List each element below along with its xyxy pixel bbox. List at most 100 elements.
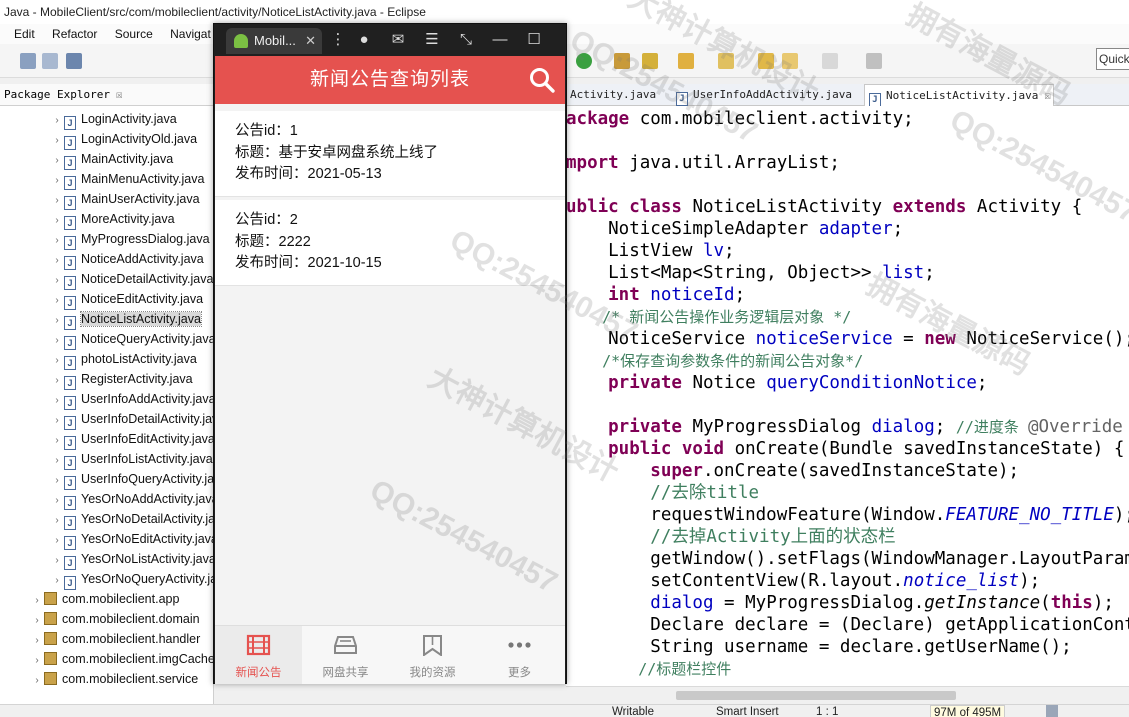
chevron-right-icon[interactable]: ›	[50, 551, 64, 571]
nav-more[interactable]: 更多	[476, 626, 563, 684]
minimize-icon[interactable]: —	[490, 30, 510, 50]
file-tree-item[interactable]: › J NoticeQueryActivity.java	[50, 329, 213, 351]
package-tree-item[interactable]: › com.mobileclient.domain	[30, 609, 200, 629]
expand-icon[interactable]: ⤡	[456, 30, 476, 50]
package-tree-item[interactable]: › com.mobileclient.imgCache	[30, 649, 213, 671]
chevron-right-icon[interactable]: ›	[50, 231, 64, 251]
mail-icon[interactable]: ✉	[388, 30, 408, 50]
more-vertical-icon[interactable]: ⋮	[328, 30, 348, 50]
chevron-right-icon[interactable]: ›	[50, 531, 64, 551]
emulator-tab[interactable]: Mobil... ✕	[226, 28, 322, 54]
package-explorer-tab[interactable]: Package Explorer ☒	[0, 84, 213, 106]
tab-userinfoaddactivity[interactable]: J UserInfoAddActivity.java	[672, 84, 862, 106]
tab-noticelistactivity[interactable]: J NoticeListActivity.java ☒	[864, 84, 1054, 107]
chevron-right-icon[interactable]: ›	[30, 611, 44, 631]
tab-activity[interactable]: Activity.java	[566, 84, 670, 106]
chevron-right-icon[interactable]: ›	[50, 471, 64, 491]
nav-news[interactable]: 新闻公告	[215, 626, 302, 684]
list-item[interactable]: 公告id：2 标题：2222 发布时间：2021-10-15	[215, 200, 565, 286]
file-tree-item[interactable]: › J MainActivity.java	[50, 149, 173, 171]
save-icon[interactable]	[20, 53, 36, 69]
chevron-right-icon[interactable]: ›	[50, 371, 64, 391]
file-tree-item[interactable]: › J MyProgressDialog.java	[50, 229, 210, 251]
save-all-icon[interactable]	[42, 53, 58, 69]
back-arrow-icon[interactable]	[782, 53, 798, 69]
nav-resources[interactable]: 我的资源	[389, 626, 476, 684]
file-tree-item[interactable]: › J UserInfoEditActivity.java	[50, 429, 213, 451]
status-memory[interactable]: 97M of 495M	[930, 705, 1006, 717]
annotation-prev-icon[interactable]	[718, 53, 734, 69]
file-tree-item[interactable]: › J RegisterActivity.java	[50, 369, 193, 391]
chevron-right-icon[interactable]: ›	[50, 571, 64, 591]
file-tree-item[interactable]: › J NoticeEditActivity.java	[50, 289, 203, 311]
search-icon[interactable]	[528, 66, 556, 94]
chevron-right-icon[interactable]: ›	[50, 491, 64, 511]
chevron-right-icon[interactable]: ›	[30, 591, 44, 611]
file-tree-item[interactable]: › J UserInfoQueryActivity.java	[50, 469, 213, 491]
forward-arrow-icon[interactable]	[822, 53, 838, 69]
nav-share[interactable]: 网盘共享	[302, 626, 389, 684]
chevron-right-icon[interactable]: ›	[30, 651, 44, 671]
file-tree-item[interactable]: › J LoginActivity.java	[50, 109, 177, 131]
chevron-right-icon[interactable]: ›	[50, 351, 64, 371]
trash-icon[interactable]	[1046, 705, 1058, 717]
menu-edit[interactable]: Edit	[14, 24, 35, 44]
code-editor[interactable]: ackage com.mobileclient.activity; mport …	[566, 106, 1129, 686]
chevron-right-icon[interactable]: ›	[50, 151, 64, 171]
file-tree-item[interactable]: › J MainUserActivity.java	[50, 189, 200, 211]
file-tree-item[interactable]: › JphotoListActivity.java	[50, 349, 197, 371]
package-tree-item[interactable]: › com.mobileclient.handler	[30, 629, 200, 649]
print-icon[interactable]	[66, 53, 82, 69]
package-tree-item[interactable]: › com.mobileclient.app	[30, 589, 179, 609]
file-tree-item[interactable]: › J UserInfoDetailActivity.java	[50, 409, 213, 431]
file-tree-item[interactable]: › J NoticeAddActivity.java	[50, 249, 204, 271]
chevron-right-icon[interactable]: ›	[50, 111, 64, 131]
file-tree-item[interactable]: › J LoginActivityOld.java	[50, 129, 197, 151]
editor-horizontal-scrollbar[interactable]	[566, 686, 1129, 704]
package-tree-item[interactable]: › com.mobileclient.service	[30, 669, 198, 689]
chevron-right-icon[interactable]: ›	[50, 131, 64, 151]
maximize-icon[interactable]: ☐	[524, 30, 544, 50]
last-edit-icon[interactable]	[758, 53, 774, 69]
file-tree-item[interactable]: › J YesOrNoEditActivity.java	[50, 529, 213, 551]
list-item[interactable]: 公告id：1 标题：基于安卓网盘系统上线了 发布时间：2021-05-13	[215, 111, 565, 197]
chevron-right-icon[interactable]: ›	[30, 631, 44, 651]
close-icon[interactable]: ☒	[116, 88, 123, 101]
file-tree-item[interactable]: › J UserInfoListActivity.java	[50, 449, 213, 471]
file-tree-item[interactable]: › J UserInfoAddActivity.java	[50, 389, 213, 411]
open-folder-icon[interactable]	[614, 53, 630, 69]
chevron-right-icon[interactable]: ›	[30, 671, 44, 691]
chevron-right-icon[interactable]: ›	[50, 291, 64, 311]
quick-access-input[interactable]: Quick	[1096, 48, 1129, 70]
annotation-next-icon[interactable]	[678, 53, 694, 69]
scrollbar-thumb[interactable]	[676, 691, 956, 700]
menu-icon[interactable]: ☰	[422, 30, 442, 50]
chevron-right-icon[interactable]: ›	[50, 331, 64, 351]
chevron-right-icon[interactable]: ›	[50, 191, 64, 211]
menu-navigate[interactable]: Navigat	[170, 24, 211, 44]
perspective-icon[interactable]	[866, 53, 882, 69]
pen-icon[interactable]	[642, 53, 658, 69]
account-icon[interactable]: ●	[354, 30, 374, 50]
chevron-right-icon[interactable]: ›	[50, 251, 64, 271]
chevron-right-icon[interactable]: ›	[50, 431, 64, 451]
chevron-right-icon[interactable]: ›	[50, 211, 64, 231]
chevron-right-icon[interactable]: ›	[50, 311, 64, 331]
file-tree-item[interactable]: › J YesOrNoDetailActivity.java	[50, 509, 213, 531]
file-tree-item[interactable]: › J YesOrNoAddActivity.java	[50, 489, 213, 511]
menu-refactor[interactable]: Refactor	[52, 24, 97, 44]
menu-source[interactable]: Source	[115, 24, 153, 44]
chevron-right-icon[interactable]: ›	[50, 171, 64, 191]
run-icon[interactable]	[576, 53, 592, 69]
file-tree-item[interactable]: › J YesOrNoListActivity.java	[50, 549, 213, 571]
file-tree-item[interactable]: › J NoticeDetailActivity.java	[50, 269, 213, 291]
file-tree-item[interactable]: › J NoticeListActivity.java	[50, 309, 202, 331]
chevron-right-icon[interactable]: ›	[50, 411, 64, 431]
file-tree-item[interactable]: › J MainMenuActivity.java	[50, 169, 204, 191]
chevron-right-icon[interactable]: ›	[50, 451, 64, 471]
chevron-right-icon[interactable]: ›	[50, 511, 64, 531]
chevron-right-icon[interactable]: ›	[50, 271, 64, 291]
close-icon[interactable]: ✕	[305, 28, 316, 54]
file-tree-item[interactable]: ›J YesOrNoQueryActivity.java	[50, 569, 213, 591]
chevron-right-icon[interactable]: ›	[50, 391, 64, 411]
